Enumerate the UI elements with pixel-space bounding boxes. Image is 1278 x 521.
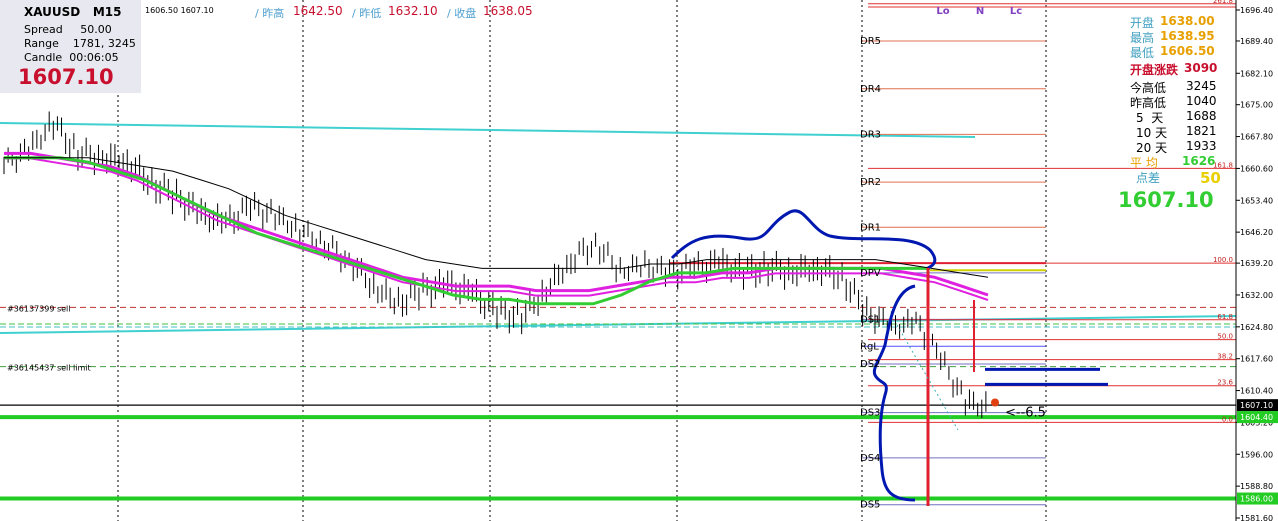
price-badge-label: 1586.00 [1240,495,1273,504]
pivot-label: DS3 [860,408,880,419]
channel-upper-line [0,122,976,138]
d5-value: 1688 [1186,109,1217,123]
candle-row: Candle 00:06:05 [24,51,119,64]
price-tick-label: 1588.80 [1240,482,1273,491]
low-value: 1606.50 [1160,44,1215,58]
candle-time: 00:06:05 [69,51,119,64]
close-value: 1638.05 [483,4,533,18]
pivot-label: DS1 [860,314,880,325]
fib-label: 23.6 [1217,379,1233,387]
spread-row: Spread 50.00 [24,23,112,36]
fib-label: 38.2 [1217,353,1233,361]
price-tick-label: 1639.20 [1240,259,1273,268]
range-value: 1781, 3245 [72,37,136,50]
fib-label: 50.0 [1217,333,1233,341]
price-tick-label: 1675.00 [1240,101,1273,110]
current-price-green: 1607.10 [1118,188,1214,212]
symbol-title: XAUUSD M15 [24,5,121,19]
pivot-label: DR2 [860,177,881,188]
pivot-label: RgL [860,341,879,352]
range-label: Range [24,37,59,50]
price-tick-label: 1689.40 [1240,37,1273,46]
price-tick-label: 1617.60 [1240,355,1273,364]
price-tick-label: 1696.40 [1240,6,1273,15]
avg-value: 1626 [1182,154,1216,168]
point-diff-value: 50 [1200,169,1221,187]
candle-label: Candle [24,51,63,64]
symbol-info-box: XAUUSD M15 Spread 50.00 Range 1781, 3245… [0,0,141,93]
price-chart[interactable]: 1696.40 1689.40 1682.10 1675.00 1667.80 1660.… [0,0,1278,521]
d10-value: 1821 [1186,124,1217,138]
pivot-label: DPV [860,268,881,279]
point-diff-label: 点差 [1136,171,1161,185]
price-tick-label: 1646.20 [1240,228,1273,237]
horizontal-levels [0,3,1237,506]
high-value: 1638.95 [1160,29,1215,43]
pivot-label: DR5 [860,36,881,47]
price-tick-label: 1660.60 [1240,164,1273,173]
fib-label: 61.8 [1217,313,1233,321]
price-tick-label: 1624.80 [1240,323,1273,332]
spread-value: 50.00 [80,23,112,36]
today-range-value: 3245 [1186,79,1217,93]
fib-label: 100.0 [1213,256,1233,264]
fib-label: 0.0 [1222,415,1233,423]
level-labels: #36137399 sell #36145437 sell limit DR5 DR4… [7,0,1234,511]
symbol-name: XAUUSD [24,5,81,19]
change-label: 开盘涨跌 [1130,63,1179,77]
price-tick-label: 1682.10 [1240,69,1273,78]
close-label: / 收盘 [447,7,477,20]
pivot-label: DS4 [860,453,880,464]
change-value: 3090 [1184,61,1218,75]
price-badge-label: 1604.40 [1240,413,1273,422]
current-price-large: 1607.10 [18,65,114,89]
d20-value: 1933 [1186,139,1217,153]
price-tick-label: 1596.00 [1240,450,1273,459]
pivot-label: DR4 [860,84,881,95]
session-marker-label: Lo [936,6,949,17]
price-tick-label: 1610.40 [1240,387,1273,396]
price-tick-label: 1632.00 [1240,291,1273,300]
hand-drawn-curve [872,284,916,502]
price-badge-label: 1607.10 [1240,401,1273,410]
bid-ask-readout: 1606.50 1607.10 [145,6,214,15]
grid-lines [117,0,1047,521]
distance-annotation: <--6.5 [1005,406,1046,421]
session-marker-label: Lc [1010,6,1022,17]
moving-average-green [4,156,930,306]
prev-low-label: / 昨低 [352,7,382,20]
timeframe: M15 [92,5,122,19]
pivot-label: DR3 [860,129,881,140]
pivot-label: DR1 [860,222,881,233]
hand-drawn-annotations [670,209,1108,506]
price-tick-label: 1667.80 [1240,133,1273,142]
order-line-label: #36137399 sell [7,304,71,313]
spread-label: Spread [24,23,63,36]
prev-high-value: 1642.50 [293,4,343,18]
price-axis: 1696.40 1689.40 1682.10 1675.00 1667.80 1660.… [1235,0,1278,521]
prev-low-value: 1632.10 [388,4,438,18]
price-tick-label: 1581.60 [1240,514,1273,521]
session-marker-label: N [976,6,984,17]
pivot-label: DS5 [860,500,880,511]
range-row: Range 1781, 3245 [24,37,136,50]
order-line-label: #36145437 sell limit [7,364,91,373]
fib-label: 261.8 [1213,0,1233,5]
open-value: 1638.00 [1160,14,1215,28]
low-label: 最低 [1130,46,1155,60]
prev-high-label: / 昨高 [255,7,285,20]
price-tick-label: 1653.40 [1240,196,1273,205]
current-bar-marker [991,398,999,407]
pivot-label: DS2 [860,359,880,370]
prev-range-value: 1040 [1186,94,1217,108]
price-bars [3,111,987,419]
